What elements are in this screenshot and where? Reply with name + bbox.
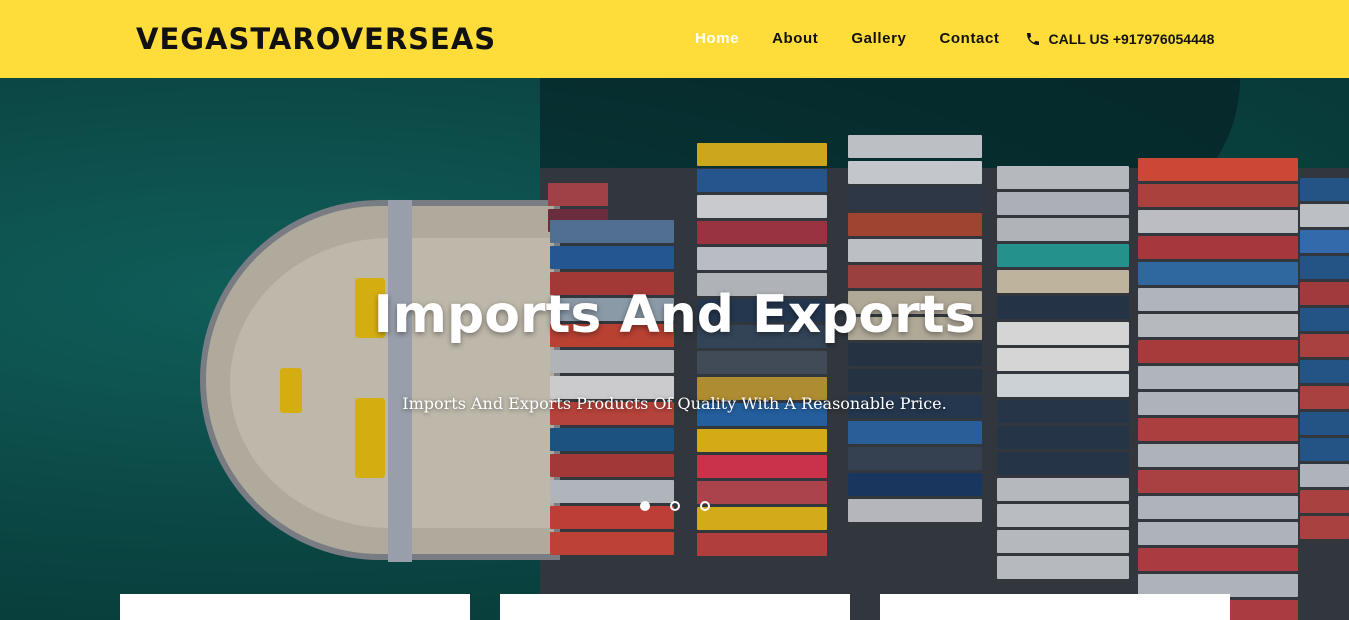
slider-indicators <box>640 501 710 511</box>
nav-contact[interactable]: Contact <box>939 30 999 47</box>
site-header: VEGASTAROVERSEAS Home About Gallery Cont… <box>0 0 1349 78</box>
feature-card <box>120 594 470 620</box>
hero-overlay <box>0 78 1349 620</box>
hero-subtitle: Imports And Exports Products Of Quality … <box>402 394 947 413</box>
hero-slider[interactable]: Imports And Exports Imports And Exports … <box>0 78 1349 620</box>
phone-icon <box>1026 32 1039 45</box>
nav-gallery[interactable]: Gallery <box>851 30 906 47</box>
feature-card <box>500 594 850 620</box>
nav-about[interactable]: About <box>772 30 818 47</box>
slide-indicator-3[interactable] <box>700 501 710 511</box>
hero-title: Imports And Exports <box>373 285 976 345</box>
call-us-link[interactable]: CALL US +917976054448 <box>1025 30 1215 47</box>
brand-logo[interactable]: VEGASTAROVERSEAS <box>136 22 496 56</box>
nav-home[interactable]: Home <box>695 30 739 47</box>
slide-indicator-1[interactable] <box>640 501 650 511</box>
main-nav: Home About Gallery Contact CALL US +9179… <box>695 30 1214 47</box>
call-us-text: CALL US +917976054448 <box>1048 30 1215 47</box>
feature-card <box>880 594 1230 620</box>
slide-indicator-2[interactable] <box>670 501 680 511</box>
